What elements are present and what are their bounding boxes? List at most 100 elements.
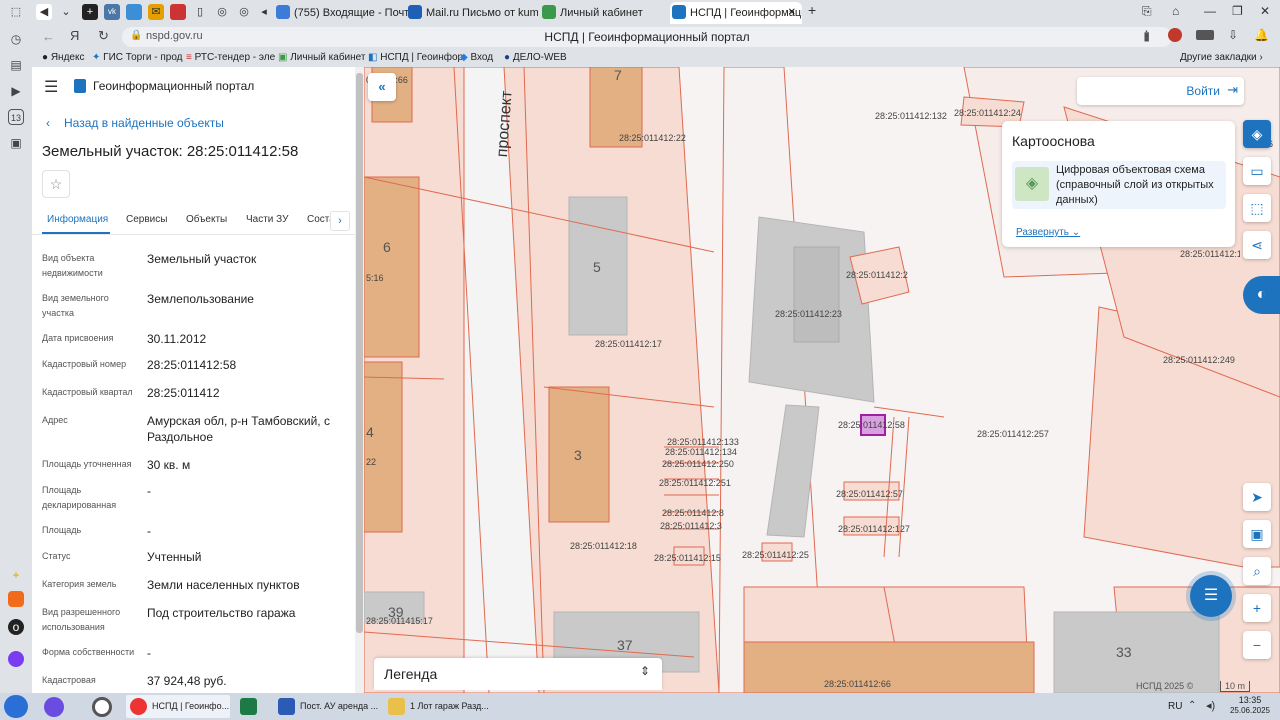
assistant-icon[interactable] — [8, 651, 24, 667]
browser-menu-icon[interactable]: ⬚ — [8, 4, 24, 20]
vk-tab-icon[interactable]: vk — [104, 4, 120, 20]
bookmark-gis-torgi[interactable]: ✦ ГИС Торги - прод — [92, 52, 183, 63]
tray-arrow-icon[interactable]: ⌃ — [1188, 700, 1196, 711]
shield-tab-icon[interactable] — [170, 4, 186, 20]
tab-information[interactable]: Информация — [47, 214, 108, 225]
tabs-scroll-right-icon[interactable]: › — [330, 211, 350, 231]
hamburger-menu-icon[interactable]: ☰ — [44, 77, 58, 97]
back-arrow-icon[interactable]: ← — [42, 29, 55, 44]
notifications-icon[interactable]: 🔔 — [1254, 28, 1269, 42]
reload-icon[interactable]: ↻ — [98, 28, 109, 44]
more-icon[interactable]: ⋮ — [1140, 28, 1153, 44]
layers-icon[interactable]: ◈ — [1243, 120, 1271, 148]
volume-icon[interactable]: ◂) — [1206, 699, 1215, 712]
scrollbar-thumb[interactable] — [356, 73, 363, 633]
globe-tab-icon[interactable]: ◎ — [236, 4, 252, 20]
house-number: 3 — [574, 447, 582, 463]
chat-icon[interactable]: ☰ — [1190, 575, 1232, 617]
taskbar-folder[interactable]: 1 Лот гараж Разд... — [384, 695, 488, 718]
select-area-icon[interactable]: ⬚ — [1243, 194, 1271, 222]
tab-objects[interactable]: Объекты — [186, 214, 227, 225]
bookmark-yandex[interactable]: ● Яндекс — [42, 52, 84, 63]
panel-scrollbar[interactable] — [355, 67, 364, 693]
url-field[interactable]: 🔒 nspd.gov.ru НСПД | Геоинформационный п… — [122, 27, 1172, 47]
tab-mail-inbox[interactable]: (755) Входящие - Почта М — [274, 2, 408, 24]
zoom-out-icon[interactable]: − — [1243, 631, 1271, 659]
minimize-icon[interactable]: — — [1204, 4, 1216, 18]
collections-icon[interactable]: ▤ — [8, 57, 24, 73]
start-button-icon[interactable] — [4, 695, 28, 718]
pinned-tab-icon[interactable]: ◀ — [36, 4, 52, 20]
add-icon[interactable]: + — [8, 567, 24, 583]
bookmark-delo-web[interactable]: ● ДЕЛО-WEB — [504, 52, 567, 63]
basemap-layer-item[interactable]: ◈ Цифровая объектовая схема (справочный … — [1012, 161, 1226, 209]
house-number: 7 — [614, 67, 622, 83]
bookmark-login[interactable]: ◆ Вход — [460, 52, 493, 63]
minimap-icon[interactable]: ▣ — [1243, 520, 1271, 548]
clock-time[interactable]: 13:35 — [1230, 695, 1270, 705]
close-tab-icon[interactable]: ✕ — [788, 2, 796, 24]
history-icon[interactable]: ◷ — [8, 31, 24, 47]
browser-taskbar-icon[interactable] — [92, 697, 112, 717]
tab-personal-cabinet[interactable]: Личный кабинет — [540, 2, 666, 24]
pinned-tab-icon[interactable] — [126, 4, 142, 20]
extension-icon[interactable] — [1196, 30, 1214, 40]
tab-mail-letter[interactable]: Mail.ru Письмо от kumi_ar — [406, 2, 538, 24]
other-bookmarks[interactable]: Другие закладки › — [1180, 52, 1263, 63]
active-tab-indicator — [42, 232, 110, 234]
app-icon[interactable] — [8, 591, 24, 607]
pinned-tab-icon[interactable]: + — [82, 4, 98, 20]
video-icon[interactable]: ▶ — [8, 83, 24, 99]
tab-parts[interactable]: Части ЗУ — [246, 214, 288, 225]
address-bar: ← Я ↻ 🔒 nspd.gov.ru НСПД | Геоинформацио… — [32, 25, 1280, 49]
extension-icon[interactable] — [1168, 28, 1182, 42]
mail-tab-icon[interactable]: ✉ — [148, 4, 164, 20]
expand-link[interactable]: Развернуть ⌄ — [1016, 227, 1080, 238]
legend-panel[interactable]: Легенда ⇕ — [374, 658, 662, 690]
search-map-icon[interactable]: ⌕ — [1243, 557, 1271, 585]
bookmark-nspd[interactable]: ◧ НСПД | Геоинфор — [368, 52, 463, 63]
share-icon[interactable]: ⋖ — [1243, 231, 1271, 259]
parcel-label: 28:25:011412:15 — [654, 553, 721, 563]
restore-icon[interactable]: ❐ — [1232, 4, 1243, 18]
taskbar-excel[interactable] — [236, 695, 268, 718]
new-tab-button[interactable]: + — [808, 2, 816, 18]
calendar-icon[interactable]: 13 — [8, 109, 24, 125]
tab-nspd[interactable]: НСПД | Геоинформаци ✕ — [670, 2, 802, 24]
speaker-tab-icon[interactable]: ◂ — [256, 4, 272, 20]
downloads-icon[interactable]: ⇩ — [1228, 28, 1238, 42]
house-6 — [364, 176, 420, 358]
bookmark-rts-tender[interactable]: ≡ РТС-тендер - эле — [186, 52, 275, 63]
close-window-icon[interactable]: ✕ — [1260, 4, 1270, 18]
wallet-icon[interactable]: ▣ — [8, 135, 24, 151]
alice-icon[interactable]: o — [8, 619, 24, 635]
parcel-label: 28:25:011412:132 — [875, 111, 947, 121]
tab-services[interactable]: Сервисы — [126, 214, 167, 225]
collapse-panel-icon[interactable]: « — [368, 73, 396, 101]
yandex-icon[interactable]: Я — [70, 28, 79, 43]
back-chevron-icon[interactable]: ‹ — [46, 116, 50, 130]
bookmark-manager-icon[interactable]: ⌂ — [1172, 4, 1179, 18]
map-view[interactable]: 7 6 5 4 3 39 37 33 проспект 28:25:011412… — [364, 67, 1280, 693]
bookmark-personal-cabinet[interactable]: ▣ Личный кабинет — [278, 52, 365, 63]
globe-tab-icon[interactable]: ◎ — [214, 4, 230, 20]
login-button[interactable]: Войти ⇥ — [1077, 77, 1244, 105]
tab-search-icon[interactable]: ⎘ — [1142, 4, 1152, 19]
parcel-label: 28:25:011412:127 — [838, 524, 910, 534]
back-to-results-link[interactable]: Назад в найденные объекты — [64, 116, 224, 130]
ruler-icon[interactable]: ▭ — [1243, 157, 1271, 185]
clock-date[interactable]: 25.06.2025 — [1226, 706, 1274, 715]
alice-taskbar-icon[interactable] — [44, 697, 64, 717]
login-arrow-icon: ⇥ — [1227, 82, 1238, 97]
document-tab-icon[interactable]: ▯ — [192, 4, 208, 20]
parcel-label: 28:25:011412:2 — [846, 270, 908, 280]
zoom-in-icon[interactable]: + — [1243, 594, 1271, 622]
favorite-star-icon[interactable]: ☆ — [42, 170, 70, 198]
ai-assistant-icon[interactable]: ◐ — [1243, 276, 1280, 314]
taskbar-word[interactable]: Пост. АУ аренда ... — [274, 695, 378, 718]
mail-icon — [408, 5, 422, 19]
geolocation-icon[interactable]: ➤ — [1243, 483, 1271, 511]
language-indicator[interactable]: RU — [1168, 701, 1182, 712]
chevron-down-icon[interactable]: ⌄ — [58, 4, 74, 20]
taskbar-nspd[interactable]: НСПД | Геоинфо... — [126, 695, 230, 718]
